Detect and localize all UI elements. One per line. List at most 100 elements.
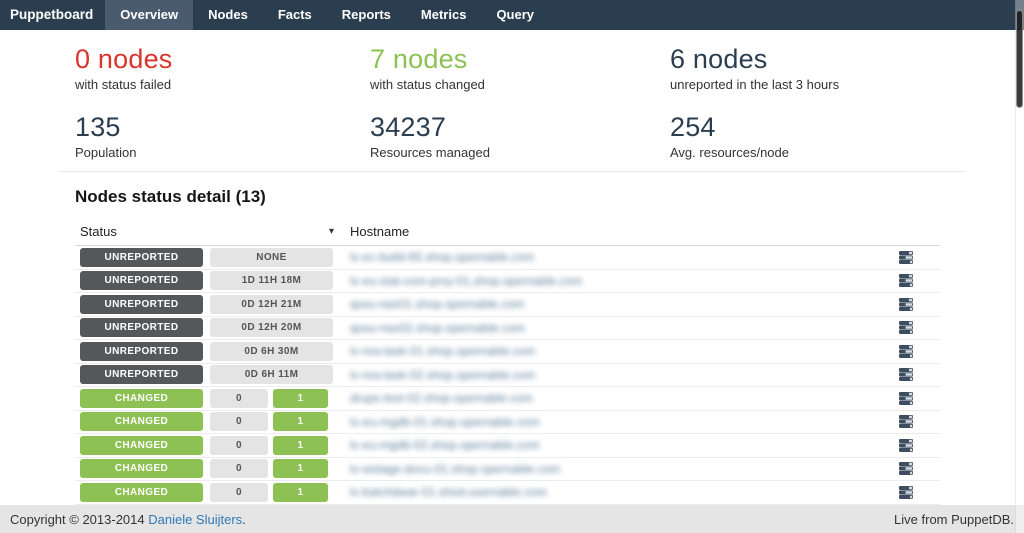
table-row: UNREPORTED 0D 6H 11M lv-rea-task-02.shop…: [75, 364, 940, 388]
status-badge[interactable]: UNREPORTED: [80, 248, 203, 267]
hostname-link[interactable]: lv-eu-mgdb-01.shop.opernable.com: [350, 415, 539, 429]
status-cell: UNREPORTED NONE: [75, 248, 337, 267]
sort-caret-icon[interactable]: ▾: [329, 226, 337, 237]
stat-label: unreported in the last 3 hours: [670, 77, 1024, 93]
status-column-header[interactable]: Status ▾: [75, 224, 337, 239]
icon-cell: [872, 345, 940, 358]
tasks-icon[interactable]: [899, 462, 913, 475]
status-cell: CHANGED 0 1: [75, 459, 337, 478]
icon-cell: [872, 298, 940, 311]
status-badge[interactable]: CHANGED: [80, 459, 203, 478]
tasks-icon[interactable]: [899, 298, 913, 311]
hostname-cell: qssu-nas01.shop.opernable.com: [337, 295, 872, 313]
nav-item-facts[interactable]: Facts: [263, 0, 327, 30]
tasks-icon[interactable]: [899, 439, 913, 452]
hostname-link[interactable]: lv-wstage-docu-01.shop.opernable.com: [350, 462, 560, 476]
status-cell: CHANGED 0 1: [75, 483, 337, 502]
stat-block: 254 Avg. resources/node: [670, 111, 1024, 161]
footer: Copyright © 2013-2014 Daniele Sluijters.…: [0, 505, 1024, 533]
last-report-time-badge: 0D 6H 30M: [210, 342, 333, 361]
status-badge[interactable]: CHANGED: [80, 483, 203, 502]
failed-count-badge[interactable]: 0: [210, 389, 268, 408]
stat-label: Population: [75, 145, 370, 161]
top-navbar: Puppetboard OverviewNodesFactsReportsMet…: [0, 0, 1024, 30]
hostname-link[interactable]: lv-eu-stat-com-prxy-01.shop.opernable.co…: [350, 274, 582, 288]
status-cell: CHANGED 0 1: [75, 412, 337, 431]
table-header: Status ▾ Hostname: [75, 224, 940, 246]
tasks-icon[interactable]: [899, 274, 913, 287]
tasks-icon[interactable]: [899, 486, 913, 499]
live-from-puppetdb-text: Live from PuppetDB.: [894, 512, 1014, 527]
stat-block: 0 nodes with status failed: [75, 43, 370, 93]
tasks-icon[interactable]: [899, 251, 913, 264]
status-badge[interactable]: UNREPORTED: [80, 318, 203, 337]
status-column-label: Status: [80, 224, 117, 239]
hostname-link[interactable]: drups-test-02.shop.opernable.com: [350, 391, 533, 405]
tasks-icon[interactable]: [899, 415, 913, 428]
hostname-link[interactable]: qssu-nas01.shop.opernable.com: [350, 297, 524, 311]
failed-count-badge[interactable]: 0: [210, 459, 268, 478]
status-badge[interactable]: CHANGED: [80, 412, 203, 431]
icon-cell: [872, 392, 940, 405]
stats-section: 0 nodes with status failed 7 nodes with …: [0, 30, 1024, 161]
nav-item-overview[interactable]: Overview: [105, 0, 193, 30]
table-row: UNREPORTED NONE lv-ec-build-65.shop.oper…: [75, 246, 940, 270]
changed-count-badge[interactable]: 1: [273, 412, 328, 431]
changed-count-badge[interactable]: 1: [273, 389, 328, 408]
icon-cell: [872, 274, 940, 287]
hostname-cell: qosu-nas02.shop.opernable.com: [337, 319, 872, 337]
hostname-link[interactable]: lv-eu-mgdb-02.shop.opernable.com: [350, 438, 539, 452]
hostname-column-header[interactable]: Hostname: [337, 224, 409, 239]
stat-label: Resources managed: [370, 145, 670, 161]
nav-item-query[interactable]: Query: [481, 0, 549, 30]
icon-cell: [872, 251, 940, 264]
stat-label: with status failed: [75, 77, 370, 93]
tasks-icon[interactable]: [899, 321, 913, 334]
status-badge[interactable]: CHANGED: [80, 436, 203, 455]
status-badge[interactable]: UNREPORTED: [80, 271, 203, 290]
status-cell: UNREPORTED 0D 6H 30M: [75, 342, 337, 361]
hostname-link[interactable]: lv-batchdwar-01.shod.usernable.com: [350, 485, 547, 499]
nav-item-metrics[interactable]: Metrics: [406, 0, 482, 30]
hostname-link[interactable]: lv-ec-build-65.shop.opernable.com: [350, 250, 534, 264]
copyright-suffix: .: [242, 512, 246, 527]
tasks-icon[interactable]: [899, 368, 913, 381]
hostname-cell: lv-eu-stat-com-prxy-01.shop.opernable.co…: [337, 272, 872, 290]
stat-value: 7 nodes: [370, 43, 670, 75]
last-report-time-badge: 0D 12H 21M: [210, 295, 333, 314]
status-badge[interactable]: UNREPORTED: [80, 365, 203, 384]
author-link[interactable]: Daniele Sluijters: [148, 512, 242, 527]
tasks-icon[interactable]: [899, 392, 913, 405]
nav-item-reports[interactable]: Reports: [327, 0, 406, 30]
stat-label: Avg. resources/node: [670, 145, 1024, 161]
scrollbar-thumb[interactable]: [1016, 10, 1023, 108]
tasks-icon[interactable]: [899, 345, 913, 358]
stat-value: 6 nodes: [670, 43, 1024, 75]
status-cell: UNREPORTED 1D 11H 18M: [75, 271, 337, 290]
stat-block: 6 nodes unreported in the last 3 hours: [670, 43, 1024, 93]
status-badge[interactable]: UNREPORTED: [80, 342, 203, 361]
stat-value: 254: [670, 111, 1024, 143]
failed-count-badge[interactable]: 0: [210, 412, 268, 431]
icon-cell: [872, 462, 940, 475]
hostname-link[interactable]: lv-rea-task-01.shop.opernable.com: [350, 344, 535, 358]
nodes-status-table: Status ▾ Hostname UNREPORTED NONE lv-ec-…: [75, 224, 940, 505]
status-cell: UNREPORTED 0D 12H 21M: [75, 295, 337, 314]
icon-cell: [872, 415, 940, 428]
failed-count-badge[interactable]: 0: [210, 436, 268, 455]
table-row: CHANGED 0 1 lv-eu-mgdb-02.shop.opernable…: [75, 434, 940, 458]
section-divider: [60, 171, 964, 172]
table-row: UNREPORTED 0D 12H 20M qosu-nas02.shop.op…: [75, 317, 940, 341]
status-badge[interactable]: UNREPORTED: [80, 295, 203, 314]
changed-count-badge[interactable]: 1: [273, 436, 328, 455]
nav-item-nodes[interactable]: Nodes: [193, 0, 263, 30]
hostname-link[interactable]: qosu-nas02.shop.opernable.com: [350, 321, 525, 335]
stat-value: 135: [75, 111, 370, 143]
status-cell: UNREPORTED 0D 6H 11M: [75, 365, 337, 384]
brand-puppetboard[interactable]: Puppetboard: [0, 0, 105, 30]
status-badge[interactable]: CHANGED: [80, 389, 203, 408]
changed-count-badge[interactable]: 1: [273, 483, 328, 502]
hostname-link[interactable]: lv-rea-task-02.shop.opernable.com: [350, 368, 535, 382]
failed-count-badge[interactable]: 0: [210, 483, 268, 502]
changed-count-badge[interactable]: 1: [273, 459, 328, 478]
